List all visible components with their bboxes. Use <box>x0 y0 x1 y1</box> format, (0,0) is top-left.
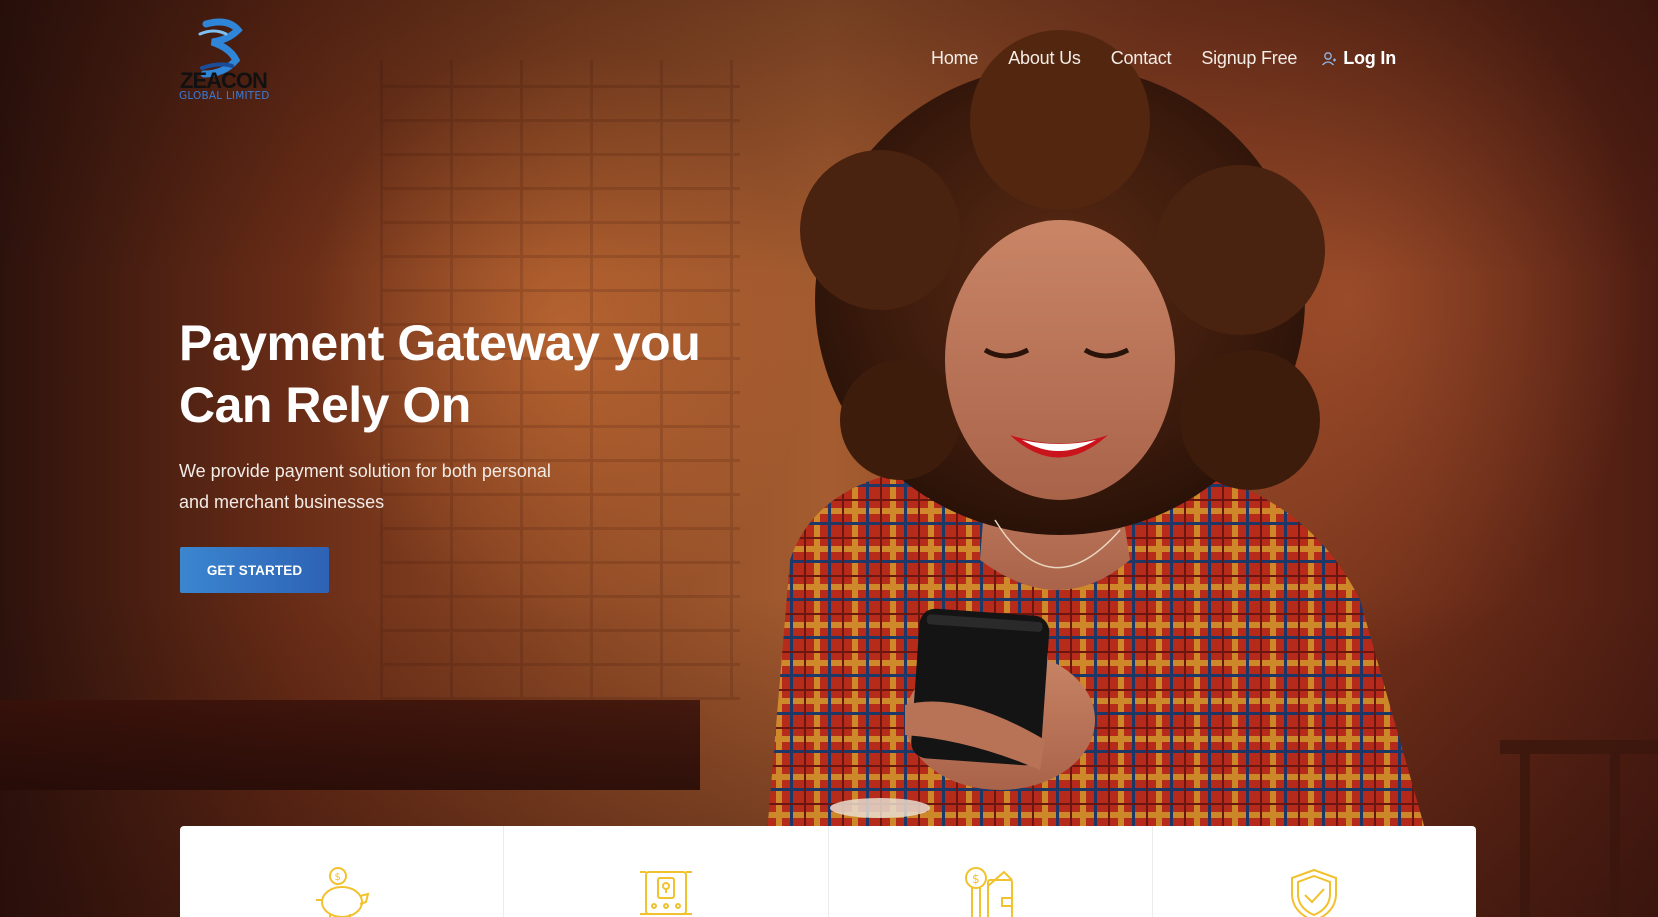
feature-card[interactable]: $ <box>829 826 1153 917</box>
hero-headline-line-1: Payment Gateway you <box>179 315 701 371</box>
svg-text:$: $ <box>334 872 340 883</box>
piggy-bank-icon: $ <box>315 867 369 917</box>
nav-log-in[interactable]: Log In <box>1321 48 1396 69</box>
log-in-label: Log In <box>1343 48 1396 68</box>
hero-headline: Payment Gateway you Can Rely On <box>179 312 799 436</box>
nav-signup-free[interactable]: Signup Free <box>1201 48 1297 69</box>
svg-text:$: $ <box>972 872 980 886</box>
hero-subline-line-2: and merchant businesses <box>179 492 385 512</box>
get-started-button[interactable]: GET STARTED <box>180 547 329 593</box>
user-icon <box>1322 51 1337 65</box>
nav-home[interactable]: Home <box>931 48 978 69</box>
features-strip: $ $ <box>180 826 1476 917</box>
hero-headline-line-2: Can Rely On <box>179 377 471 433</box>
main-navigation: Home About Us Contact Signup Free Log In <box>931 48 1396 69</box>
feature-card[interactable] <box>504 826 829 917</box>
coins-wallet-icon: $ <box>965 867 1014 917</box>
feature-card[interactable]: $ <box>180 826 505 917</box>
nav-contact[interactable]: Contact <box>1111 48 1172 69</box>
hero-subline-line-1: We provide payment solution for both per… <box>179 461 551 481</box>
feature-card[interactable] <box>1153 826 1476 917</box>
shield-check-icon <box>1291 868 1338 917</box>
secure-device-icon <box>639 871 692 915</box>
logo-subtitle: GLOBAL LIMITED <box>179 90 270 102</box>
nav-about-us[interactable]: About Us <box>1008 48 1081 69</box>
hero-subline: We provide payment solution for both per… <box>179 456 599 518</box>
